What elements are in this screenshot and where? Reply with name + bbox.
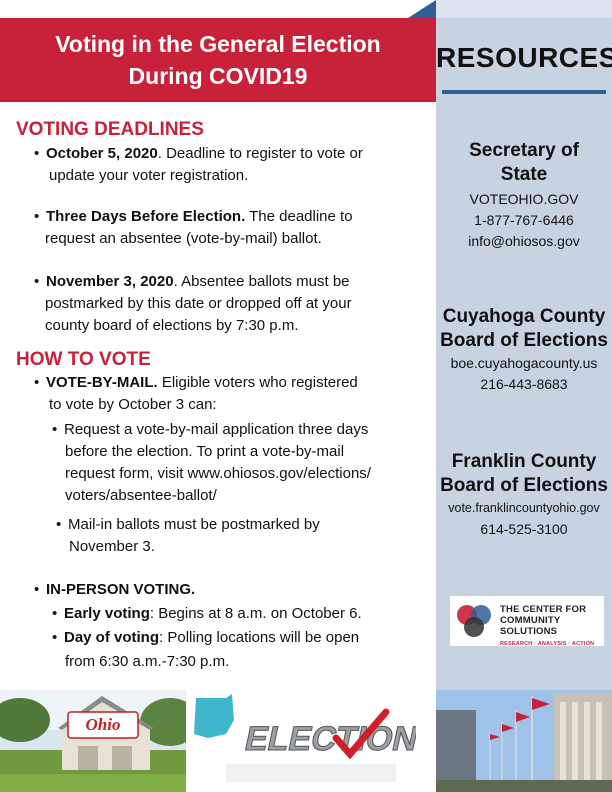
header-corner-accent: [408, 0, 436, 18]
columbus-flags-photo: [436, 690, 612, 792]
cuyahoga-name-line2: Board of Elections: [440, 330, 608, 351]
sos-email[interactable]: info@ohiosos.gov: [436, 231, 612, 252]
bullet-icon: •: [34, 273, 40, 290]
vbm-line2: to vote by October 3 can:: [49, 396, 217, 413]
deadline-item-1: • October 5, 2020. Deadline to register t…: [34, 143, 363, 187]
election-graphic: ELECTION: [186, 690, 416, 792]
bullet-icon: •: [34, 581, 40, 598]
vbm-rest: Eligible voters who registered: [157, 374, 358, 391]
resource-cuyahoga: Cuyahoga County Board of Elections boe.c…: [436, 305, 612, 395]
inperson-bold: IN-PERSON VOTING.: [46, 581, 196, 598]
franklin-name-line2: Board of Elections: [440, 475, 608, 496]
deadline-3-bold: November 3, 2020: [46, 273, 174, 290]
cuyahoga-name-line1: Cuyahoga County: [442, 306, 606, 327]
vbm-sub1-line4[interactable]: voters/absentee-ballot/: [52, 485, 371, 507]
deadline-2-bold: Three Days Before Election.: [46, 208, 246, 225]
deadlines-heading: VOTING DEADLINES: [16, 119, 204, 140]
resource-secretary-of-state: Secretary of State VOTEOHIO.GOV 1-877-76…: [436, 139, 612, 252]
vbm-bold: VOTE-BY-MAIL.: [46, 374, 158, 391]
day-bold: Day of voting: [64, 629, 160, 646]
header-banner: Voting in the General Election During CO…: [0, 18, 436, 102]
day-rest: : Polling locations will be open: [159, 629, 360, 646]
resources-sidebar: RESOURCES Secretary of State VOTEOHIO.GO…: [436, 0, 612, 792]
franklin-name-line1: Franklin County: [451, 451, 597, 472]
bullet-icon: •: [34, 145, 40, 162]
title-line-1: Voting in the General Election: [55, 31, 381, 57]
early-voting-item: • Early voting: Begins at 8 a.m. on Octob…: [52, 603, 362, 625]
deadline-3-line3: county board of elections by 7:30 p.m.: [45, 317, 299, 334]
franklin-website[interactable]: vote.franklincountyohio.gov: [436, 498, 612, 519]
day-line2: from 6:30 a.m.-7:30 p.m.: [65, 653, 230, 670]
sidebar-top-band: [436, 0, 612, 18]
vbm-sub2-line1: Mail-in ballots must be postmarked by: [68, 516, 320, 533]
bullet-icon: •: [34, 374, 40, 391]
ccs-logo-line2: COMMUNITY SOLUTIONS: [500, 615, 561, 637]
vote-by-mail-item: • VOTE-BY-MAIL. Eligible voters who regis…: [34, 372, 358, 416]
bullet-icon: •: [34, 208, 40, 225]
resources-title: RESOURCES: [436, 42, 612, 73]
deadline-3-rest: . Absentee ballots must be: [173, 273, 350, 290]
deadline-1-line2: update your voter registration.: [49, 167, 249, 184]
deadline-2-rest: The deadline to: [245, 208, 353, 225]
title-line-2: During COVID19: [128, 63, 308, 89]
sos-name-line1: Secretary of: [469, 140, 579, 161]
vbm-sub1-line3[interactable]: request form, visit www.ohiosos.gov/elec…: [52, 463, 371, 485]
deadline-1-rest: . Deadline to register to vote or: [157, 145, 363, 162]
vbm-sub-item-2: • Mail-in ballots must be postmarked by N…: [56, 514, 320, 558]
vbm-sub-item-1: • Request a vote-by-mail application thre…: [52, 419, 371, 507]
deadline-item-2: • Three Days Before Election. The deadlin…: [34, 206, 353, 250]
in-person-item: • IN-PERSON VOTING.: [34, 579, 195, 601]
vbm-sub1-line2: before the election. To print a vote-by-…: [65, 443, 345, 460]
cuyahoga-website[interactable]: boe.cuyahogacounty.us: [436, 353, 612, 374]
vbm-sub2-line2: November 3.: [69, 538, 155, 555]
ccs-logo-tagline: RESEARCH · ANALYSIS · ACTION: [500, 641, 595, 647]
deadline-item-3: • November 3, 2020. Absentee ballots must…: [34, 271, 352, 337]
sos-name-line2: State: [500, 164, 548, 185]
early-rest: : Begins at 8 a.m. on October 6.: [149, 605, 362, 622]
ccs-logo-line1: THE CENTER FOR: [500, 604, 587, 615]
early-bold: Early voting: [64, 605, 150, 622]
cuyahoga-phone[interactable]: 216-443-8683: [436, 374, 612, 395]
sos-website[interactable]: VOTEOHIO.GOV: [436, 189, 612, 210]
resource-franklin: Franklin County Board of Elections vote.…: [436, 450, 612, 540]
ccs-logo: THE CENTER FOR COMMUNITY SOLUTIONS RESEA…: [450, 596, 604, 647]
vbm-sub1-line1: Request a vote-by-mail application three…: [64, 421, 369, 438]
main-column: Voting in the General Election During CO…: [0, 0, 436, 792]
resources-divider: [442, 90, 606, 94]
how-to-vote-heading: HOW TO VOTE: [16, 349, 151, 370]
barn-ohio-text: Ohio: [86, 715, 121, 734]
deadline-3-line2: postmarked by this date or dropped off a…: [45, 295, 352, 312]
bullet-icon: •: [52, 629, 58, 646]
bullet-icon: •: [56, 516, 62, 533]
bullet-icon: •: [52, 421, 58, 438]
day-of-voting-item: • Day of voting: Polling locations will b…: [52, 627, 359, 673]
bullet-icon: •: [52, 605, 58, 622]
page-title: Voting in the General Election During CO…: [0, 28, 436, 92]
deadline-2-line2: request an absentee (vote-by-mail) ballo…: [45, 230, 322, 247]
election-word: ELECTION: [242, 720, 416, 758]
franklin-phone[interactable]: 614-525-3100: [436, 519, 612, 540]
ccs-logo-circles-icon: [457, 605, 491, 637]
sos-phone[interactable]: 1-877-767-6446: [436, 210, 612, 231]
ohio-barn-photo: Ohio: [0, 690, 186, 792]
deadline-1-bold: October 5, 2020: [46, 145, 158, 162]
